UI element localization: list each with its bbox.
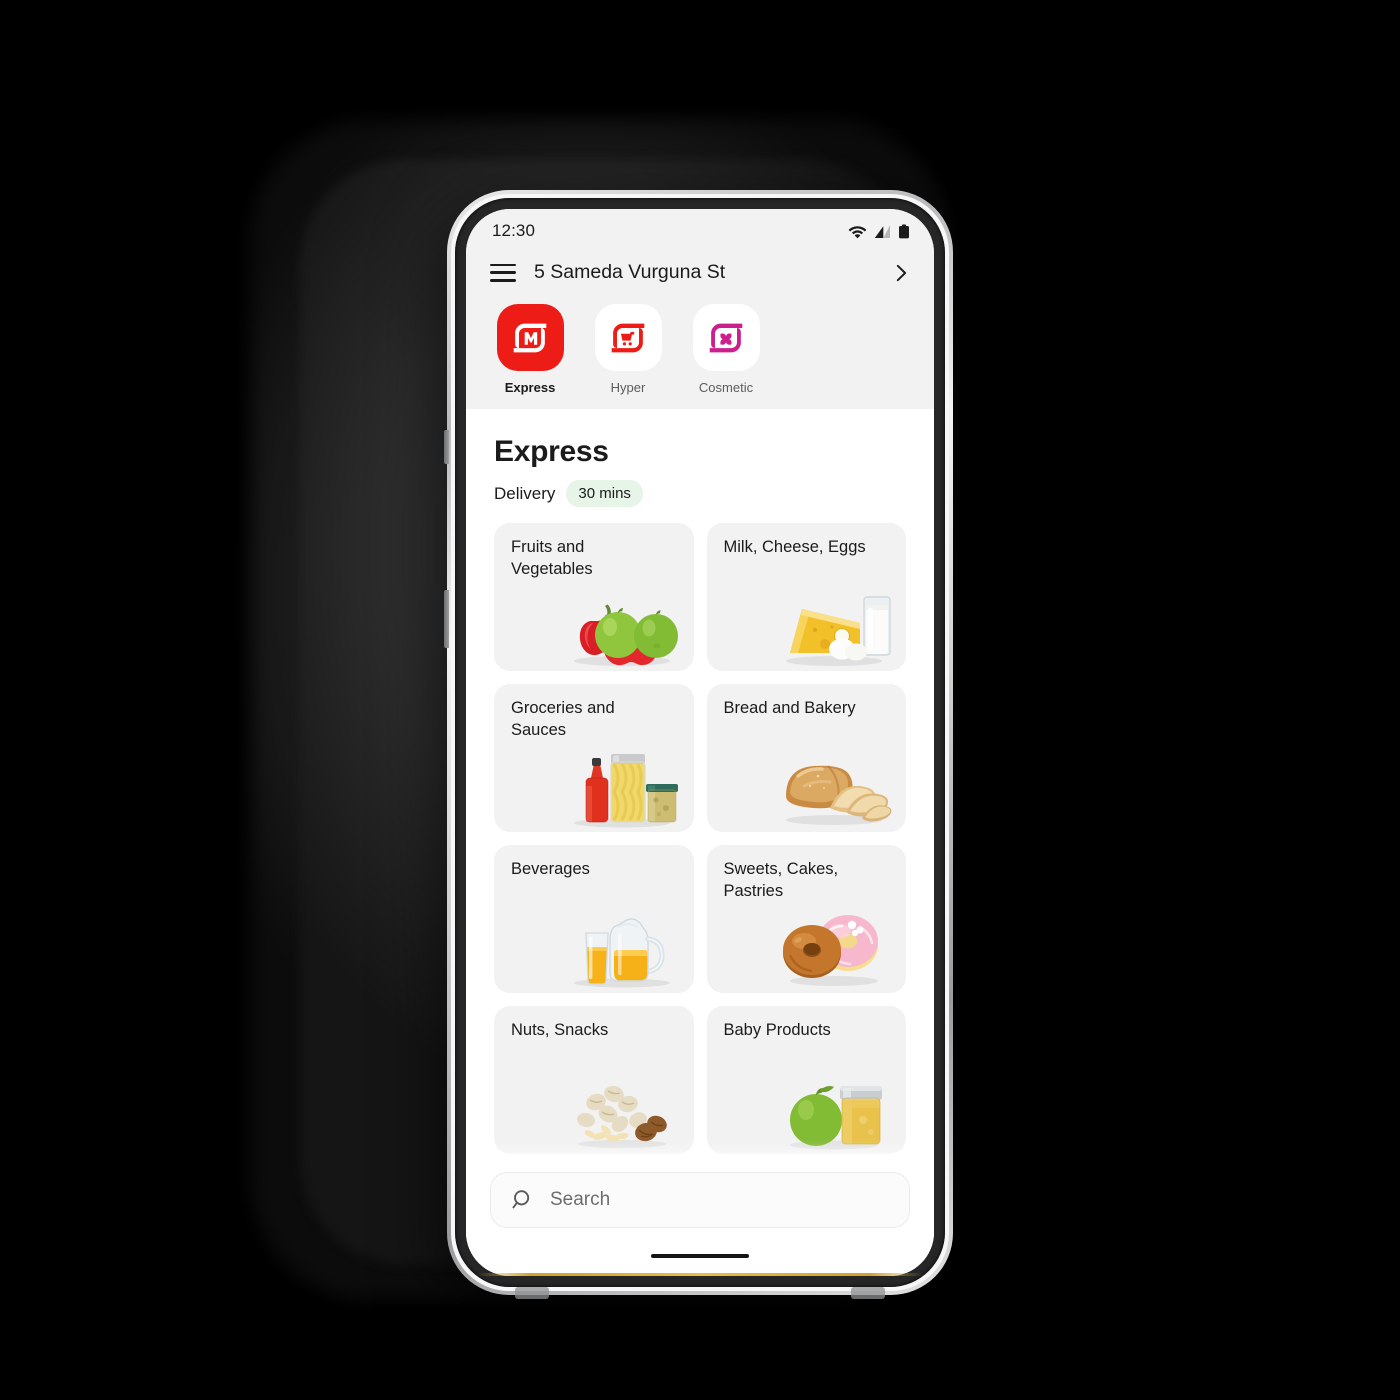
magnum-cosmetic-logo-icon	[709, 323, 743, 352]
juice-glass-pitcher-image	[556, 897, 688, 989]
home-indicator-row	[466, 1236, 934, 1276]
bread-loaf-slices-image	[768, 736, 900, 828]
category-grid: Fruits and Vegetables Milk, Cheese, Eggs…	[494, 523, 906, 1154]
battery-icon	[899, 224, 909, 238]
apple-baby-food-jar-image	[768, 1058, 900, 1150]
category-title: Groceries and Sauces	[511, 699, 615, 739]
service-tab-express[interactable]: Express	[494, 304, 566, 395]
service-tab-cosmetic[interactable]: Cosmetic	[690, 304, 762, 395]
category-card-fruits-and-vegetables[interactable]: Fruits and Vegetables	[494, 523, 694, 671]
search-icon	[512, 1190, 530, 1209]
hamburger-bar	[490, 263, 516, 267]
service-tab-label: Cosmetic	[698, 380, 754, 395]
category-title: Fruits and Vegetables	[511, 538, 593, 578]
category-card-beverages[interactable]: Beverages	[494, 845, 694, 993]
cheese-eggs-milk-image	[768, 575, 900, 667]
hamburger-menu-icon[interactable]	[490, 263, 516, 282]
express-tile	[496, 304, 564, 371]
phone-volume-button-down[interactable]	[444, 590, 449, 648]
app-header: 5 Sameda Vurguna St	[466, 253, 934, 294]
service-tab-hyper[interactable]: Hyper	[592, 304, 664, 395]
category-title: Baby Products	[723, 1021, 831, 1039]
hamburger-bar	[490, 278, 516, 282]
peppers-and-apples-image	[556, 575, 688, 667]
status-bar-time: 12:30	[492, 221, 536, 240]
content-sheet: Express Delivery 30 mins Fruits and Vege…	[466, 409, 934, 1276]
sheet-header: Express Delivery 30 mins	[466, 409, 934, 507]
category-title: Nuts, Snacks	[511, 1021, 609, 1039]
hamburger-bar	[490, 271, 516, 274]
phone-bottom-accent-right	[851, 1287, 885, 1299]
category-title: Bread and Bakery	[723, 699, 856, 717]
screen-bottom-accent	[477, 1273, 923, 1276]
service-tab-label: Hyper	[610, 380, 646, 395]
home-indicator[interactable]	[651, 1254, 749, 1258]
donuts-image	[768, 897, 900, 989]
screenshot-stage: 12:30 5 Sameda Vurguna St Express Hyper …	[0, 0, 1400, 1400]
hyper-tile	[594, 304, 662, 371]
category-card-groceries-and-sauces[interactable]: Groceries and Sauces	[494, 684, 694, 832]
search-placeholder: Search	[550, 1189, 611, 1210]
phone-screen: 12:30 5 Sameda Vurguna St Express Hyper …	[466, 209, 934, 1276]
status-bar-icons	[848, 224, 910, 239]
service-tabs: Express Hyper Cosmetic	[466, 294, 934, 409]
delivery-info: Delivery 30 mins	[494, 480, 906, 507]
chevron-right-icon[interactable]	[890, 262, 912, 284]
delivery-time-badge: 30 mins	[566, 480, 643, 507]
phone-bottom-accent-left	[515, 1287, 549, 1299]
delivery-label: Delivery	[494, 483, 556, 503]
category-card-baby-products[interactable]: Baby Products	[706, 1006, 906, 1154]
category-card-nuts-snacks[interactable]: Nuts, Snacks	[494, 1006, 694, 1154]
category-card-sweets-cakes-pastries[interactable]: Sweets, Cakes, Pastries	[706, 845, 906, 993]
page-title: Express	[494, 435, 609, 468]
magnum-express-logo-icon	[513, 323, 547, 352]
category-title: Beverages	[511, 860, 590, 878]
cosmetic-tile	[692, 304, 760, 371]
nuts-pistachios-image	[556, 1058, 688, 1150]
wifi-icon	[848, 225, 867, 238]
category-title: Sweets, Cakes, Pastries	[723, 860, 839, 900]
delivery-address-label[interactable]: 5 Sameda Vurguna St	[534, 261, 872, 284]
category-title: Milk, Cheese, Eggs	[723, 538, 866, 556]
category-card-bread-and-bakery[interactable]: Bread and Bakery	[706, 684, 906, 832]
search-bar-container: Search	[466, 1160, 934, 1236]
status-bar: 12:30	[466, 209, 934, 253]
search-input[interactable]: Search	[490, 1172, 910, 1228]
phone-volume-button-up[interactable]	[444, 430, 449, 464]
category-grid-scroll[interactable]: Fruits and Vegetables Milk, Cheese, Eggs…	[466, 523, 934, 1160]
category-card-milk-cheese-eggs[interactable]: Milk, Cheese, Eggs	[706, 523, 906, 671]
cellular-signal-icon	[874, 224, 890, 238]
ketchup-pasta-jar-image	[556, 736, 688, 828]
magnum-hyper-cart-logo-icon	[611, 323, 645, 352]
phone-device: 12:30 5 Sameda Vurguna St Express Hyper …	[444, 190, 953, 1299]
service-tab-label: Express	[504, 380, 556, 395]
